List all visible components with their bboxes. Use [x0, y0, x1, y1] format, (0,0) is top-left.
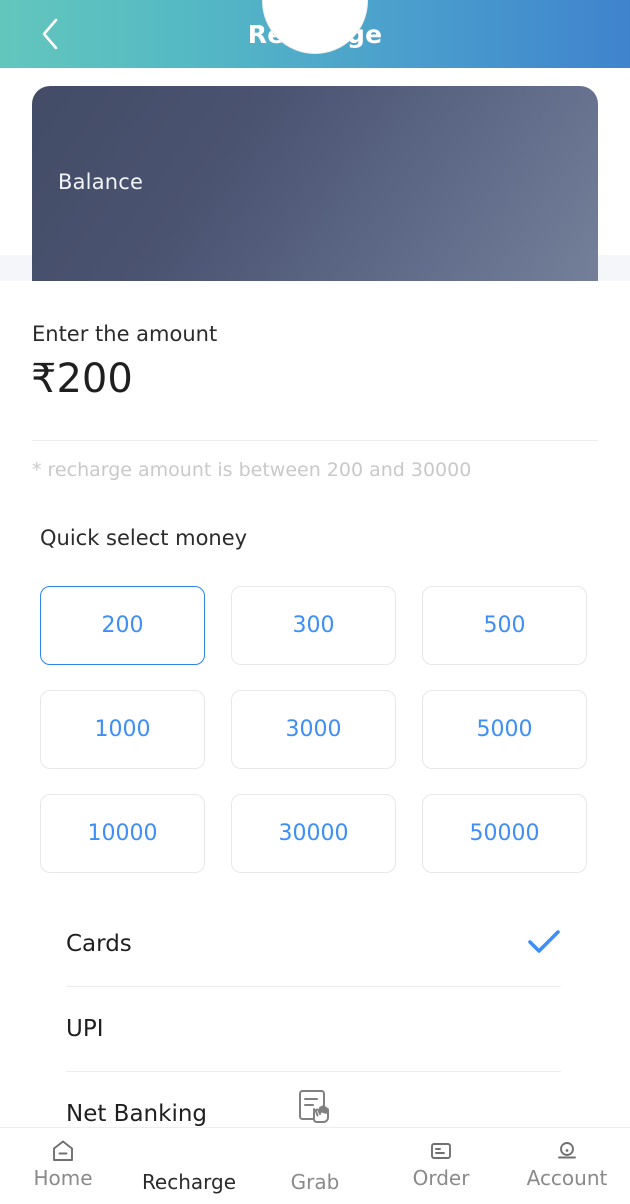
quick-amount-button[interactable]: 500 — [422, 586, 587, 665]
quick-amount-button[interactable]: 50000 — [422, 794, 587, 873]
amount-divider — [32, 440, 598, 441]
payment-method-upi[interactable]: UPI — [66, 987, 561, 1072]
quick-select-title: Quick select money — [40, 526, 248, 550]
nav-item-order[interactable]: Order — [378, 1128, 504, 1204]
nav-item-grab[interactable]: Grab — [252, 1090, 378, 1204]
back-button[interactable] — [22, 0, 78, 68]
amount-hint-text: * recharge amount is between 200 and 300… — [32, 459, 472, 481]
chevron-left-icon — [39, 17, 61, 51]
quick-amount-button[interactable]: 3000 — [231, 690, 396, 769]
payment-method-cards[interactable]: Cards — [66, 902, 561, 987]
nav-label: Home — [33, 1166, 93, 1190]
grab-hand-document-icon — [289, 1082, 341, 1134]
nav-label: Order — [412, 1166, 470, 1190]
order-document-icon — [428, 1138, 454, 1164]
nav-item-home[interactable]: Home — [0, 1128, 126, 1204]
quick-select-grid: 200 300 500 1000 3000 5000 10000 30000 5… — [40, 586, 588, 873]
nav-label: Recharge — [141, 1170, 237, 1194]
nav-label: Grab — [290, 1170, 340, 1194]
payment-method-label: Cards — [66, 931, 132, 957]
balance-card-region: Balance — [0, 68, 630, 281]
payment-method-label: Net Banking — [66, 1101, 208, 1127]
quick-amount-button[interactable]: 10000 — [40, 794, 205, 873]
home-icon — [50, 1138, 76, 1164]
balance-card[interactable]: Balance — [32, 86, 598, 281]
quick-amount-button[interactable]: 5000 — [422, 690, 587, 769]
quick-amount-button[interactable]: 200 — [40, 586, 205, 665]
payment-method-label: UPI — [66, 1016, 104, 1042]
account-person-icon — [554, 1138, 580, 1164]
quick-amount-button[interactable]: 1000 — [40, 690, 205, 769]
quick-amount-button[interactable]: 300 — [231, 586, 396, 665]
nav-item-recharge[interactable]: Recharge — [126, 1128, 252, 1204]
nav-item-account[interactable]: Account — [504, 1128, 630, 1204]
quick-amount-button[interactable]: 30000 — [231, 794, 396, 873]
amount-entry-label: Enter the amount — [32, 322, 218, 346]
balance-label: Balance — [58, 170, 144, 194]
amount-input[interactable]: ₹200 — [31, 359, 133, 399]
check-icon — [527, 929, 561, 959]
nav-label: Account — [526, 1166, 608, 1190]
bottom-navigation-bar: Home Recharge Grab Order Account — [0, 1090, 630, 1204]
